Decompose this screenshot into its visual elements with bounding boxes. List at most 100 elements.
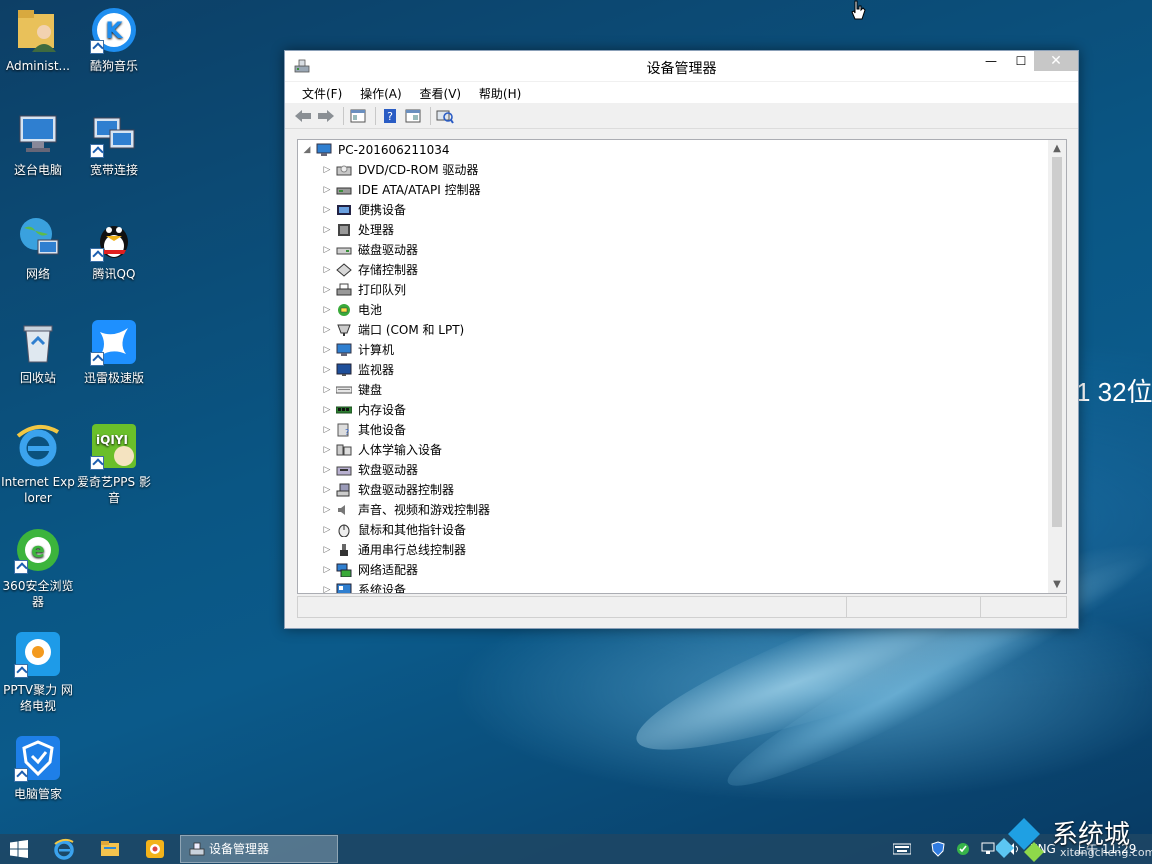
expand-arrow-icon[interactable]: ▷ [322,460,332,480]
vertical-scrollbar[interactable]: ▲ ▼ [1048,140,1066,593]
scrollbar-thumb[interactable] [1052,157,1062,527]
desktop-icon-iqiyi[interactable]: iQIYI 爱奇艺PPS 影音 [76,422,152,506]
maximize-button[interactable]: ☐ [1007,51,1035,71]
expand-arrow-icon[interactable]: ▷ [322,180,332,200]
tree-item[interactable]: ▷ 软盘驱动器 [298,460,1048,480]
desktop-icon-qq[interactable]: 腾讯QQ [76,214,152,282]
desktop-icon-pc-manager[interactable]: 电脑管家 [0,734,76,802]
close-button[interactable]: ✕ [1034,51,1078,71]
menu-file[interactable]: 文件(F) [295,82,349,102]
file-explorer-icon[interactable] [98,837,122,861]
tree-item[interactable]: ▷ 存储控制器 [298,260,1048,280]
expand-arrow-icon[interactable]: ▷ [322,420,332,440]
scroll-up-button[interactable]: ▲ [1048,140,1066,157]
desktop-icon-network[interactable]: 网络 [0,214,76,282]
tree-root[interactable]: ◢ PC-201606211034 [298,140,1048,160]
tree-item[interactable]: ▷ 软盘驱动器控制器 [298,480,1048,500]
scan-hardware-button[interactable] [435,107,455,125]
menu-action[interactable]: 操作(A) [353,82,409,102]
tree-item[interactable]: ▷ 系统设备 [298,580,1048,593]
desktop-icon-recycle-bin[interactable]: 回收站 [0,318,76,386]
expand-arrow-icon[interactable]: ▷ [322,260,332,280]
shield-tray-icon[interactable] [930,841,946,857]
expand-arrow-icon[interactable]: ▷ [322,560,332,580]
device-tree[interactable]: ◢ PC-201606211034 ▷ DVD/CD-ROM 驱动器 ▷ IDE ATA/… [298,140,1048,593]
view-button[interactable] [403,107,423,125]
desktop-icon-ie[interactable]: Internet Explorer [0,422,76,506]
expand-arrow-icon[interactable]: ▷ [322,540,332,560]
expand-arrow-icon[interactable]: ▷ [322,480,332,500]
tree-item[interactable]: ▷ 键盘 [298,380,1048,400]
tree-item[interactable]: ▷ 监视器 [298,360,1048,380]
expand-arrow-icon[interactable]: ▷ [322,360,332,380]
menu-help[interactable]: 帮助(H) [472,82,528,102]
minimize-button[interactable]: — [977,51,1005,71]
network-tray-icon[interactable] [980,841,996,857]
toolbar: ? [285,103,1078,129]
tree-item-label: 存储控制器 [358,263,419,277]
tree-item-label: 人体学输入设备 [358,443,443,457]
tree-item[interactable]: ▷ 处理器 [298,220,1048,240]
pptv-icon [14,630,62,678]
desktop-icon-user-folder[interactable]: Administ... [0,6,76,74]
shortcut-arrow-icon [14,664,28,678]
tree-item[interactable]: ▷ DVD/CD-ROM 驱动器 [298,160,1048,180]
tree-item[interactable]: ▷ 人体学输入设备 [298,440,1048,460]
tree-item[interactable]: ▷ 内存设备 [298,400,1048,420]
expand-arrow-icon[interactable]: ▷ [322,160,332,180]
expand-arrow-icon[interactable]: ▷ [322,240,332,260]
shortcut-arrow-icon [14,768,28,782]
tree-item[interactable]: ▷ 计算机 [298,340,1048,360]
expand-arrow-icon[interactable]: ▷ [322,580,332,593]
toolbar-separator [430,106,431,125]
ie-icon[interactable] [52,837,76,861]
desktop-icon-360-browser[interactable]: e 360安全浏览器 [0,526,76,610]
qq-browser-icon[interactable] [143,837,167,861]
title-bar[interactable]: 设备管理器 — ☐ ✕ [285,51,1078,81]
expand-arrow-icon[interactable]: ▷ [322,200,332,220]
desktop-icon-label: Internet Explorer [1,475,75,505]
security-tray-icon[interactable] [955,841,971,857]
tree-item[interactable]: ▷ 端口 (COM 和 LPT) [298,320,1048,340]
help-button[interactable]: ? [380,107,400,125]
tree-item[interactable]: ▷ 网络适配器 [298,560,1048,580]
windows-start-icon[interactable] [10,840,28,858]
desktop-icon-kugou[interactable]: K 酷狗音乐 [76,6,152,74]
tree-item[interactable]: ▷ 便携设备 [298,200,1048,220]
expand-arrow-icon[interactable]: ▷ [322,520,332,540]
menu-view[interactable]: 查看(V) [413,82,469,102]
device-manager-window: 设备管理器 — ☐ ✕ 文件(F) 操作(A) 查看(V) 帮助(H) ? ◢ … [284,50,1079,629]
desktop-icon-broadband[interactable]: 宽带连接 [76,110,152,178]
network-adapter-icon [336,563,352,577]
taskbar-device-manager[interactable]: 设备管理器 [180,835,338,863]
tree-item[interactable]: ▷ IDE ATA/ATAPI 控制器 [298,180,1048,200]
tree-item[interactable]: ▷? 其他设备 [298,420,1048,440]
expand-arrow-icon[interactable]: ▷ [322,300,332,320]
scroll-down-button[interactable]: ▼ [1048,576,1066,593]
tree-item[interactable]: ▷ 通用串行总线控制器 [298,540,1048,560]
expand-arrow-icon[interactable]: ▷ [322,340,332,360]
tree-item[interactable]: ▷ 声音、视频和游戏控制器 [298,500,1048,520]
desktop-icon-pptv[interactable]: PPTV聚力 网络电视 [0,630,76,714]
tree-item[interactable]: ▷ 鼠标和其他指针设备 [298,520,1048,540]
expand-arrow-icon[interactable]: ▷ [322,320,332,340]
forward-button[interactable] [316,107,336,125]
expand-arrow-icon[interactable]: ▷ [322,380,332,400]
expand-arrow-icon[interactable]: ▷ [322,220,332,240]
desktop-icon-computer[interactable]: 这台电脑 [0,110,76,178]
tree-item-label: 其他设备 [358,423,407,437]
expand-arrow-icon[interactable]: ▷ [322,440,332,460]
desktop-icon-xunlei[interactable]: 迅雷极速版 [76,318,152,386]
tree-item[interactable]: ▷ 磁盘驱动器 [298,240,1048,260]
properties-button[interactable] [348,107,368,125]
tree-item[interactable]: ▷ 电池 [298,300,1048,320]
tree-item[interactable]: ▷ 打印队列 [298,280,1048,300]
desktop-icon-label: 网络 [25,267,50,281]
back-button[interactable] [293,107,313,125]
expand-arrow-icon[interactable]: ◢ [302,140,312,160]
svg-text:e: e [31,538,45,562]
expand-arrow-icon[interactable]: ▷ [322,280,332,300]
expand-arrow-icon[interactable]: ▷ [322,500,332,520]
keyboard-tray-icon[interactable] [893,843,911,855]
expand-arrow-icon[interactable]: ▷ [322,400,332,420]
